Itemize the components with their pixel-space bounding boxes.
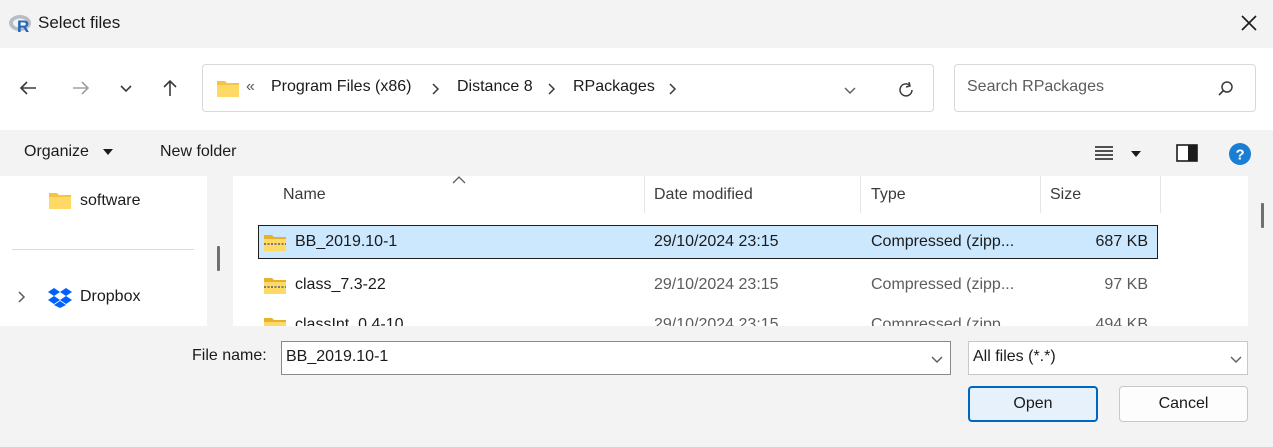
folder-icon <box>49 193 71 209</box>
file-date: 29/10/2024 23:15 <box>654 233 779 250</box>
recent-locations-button[interactable] <box>111 73 141 103</box>
zip-folder-icon <box>264 278 286 294</box>
zip-folder-icon <box>264 235 286 251</box>
file-name-label: File name: <box>192 347 267 364</box>
open-button[interactable]: Open <box>968 386 1098 422</box>
file-name-value[interactable]: BB_2019.10-1 <box>286 348 388 366</box>
dropbox-icon <box>48 288 72 308</box>
arrow-up-icon <box>163 79 177 96</box>
chevron-right-icon[interactable] <box>667 82 677 96</box>
column-header-date[interactable]: Date modified <box>654 186 753 204</box>
preview-pane-icon[interactable] <box>1176 144 1198 162</box>
up-button[interactable] <box>155 73 185 103</box>
file-type: Compressed (zipp... <box>871 276 1015 293</box>
column-separator[interactable] <box>1160 176 1161 213</box>
pane-splitter[interactable] <box>207 176 233 326</box>
title-bar <box>0 0 1273 48</box>
chevron-right-icon[interactable] <box>16 290 28 304</box>
file-list-scrollbar[interactable] <box>1248 176 1273 326</box>
chevron-down-icon <box>120 85 132 93</box>
arrow-left-icon <box>19 81 36 95</box>
view-options-icon[interactable] <box>1094 144 1114 162</box>
column-header-size[interactable]: Size <box>1050 186 1081 204</box>
back-button[interactable] <box>13 73 43 103</box>
r-app-icon: R <box>9 15 31 36</box>
file-size: 97 KB <box>1104 276 1148 293</box>
breadcrumb-distance-8[interactable]: Distance 8 <box>457 78 533 96</box>
help-icon[interactable]: ? <box>1228 142 1252 166</box>
column-header-name[interactable]: Name <box>283 186 326 204</box>
caret-down-icon[interactable] <box>102 148 114 156</box>
file-name[interactable]: class_7.3-22 <box>295 276 386 294</box>
breadcrumb-program-files[interactable]: Program Files (x86) <box>271 78 411 96</box>
chevron-right-icon[interactable] <box>546 82 556 96</box>
cancel-button[interactable]: Cancel <box>1119 386 1248 422</box>
file-date: 29/10/2024 23:15 <box>654 276 779 293</box>
close-icon[interactable] <box>1238 12 1260 34</box>
column-header-type[interactable]: Type <box>871 186 906 204</box>
file-type: Compressed (zipp... <box>871 233 1015 250</box>
refresh-icon[interactable] <box>895 79 917 101</box>
column-separator[interactable] <box>644 176 645 213</box>
forward-button[interactable] <box>66 73 96 103</box>
scrollbar-thumb[interactable] <box>1261 203 1264 228</box>
caret-down-icon[interactable] <box>1130 150 1142 158</box>
chevron-down-icon[interactable] <box>929 351 945 367</box>
breadcrumb-overflow[interactable]: « <box>246 78 255 96</box>
file-name[interactable]: BB_2019.10-1 <box>295 233 397 251</box>
file-size: 687 KB <box>1095 233 1148 250</box>
column-separator[interactable] <box>860 176 861 213</box>
sidebar-scrollbar-thumb[interactable] <box>217 246 220 271</box>
svg-text:R: R <box>17 17 29 36</box>
window-title: Select files <box>38 13 121 32</box>
new-folder-button[interactable]: New folder <box>160 143 236 161</box>
chevron-right-icon[interactable] <box>430 82 440 96</box>
search-placeholder[interactable]: Search RPackages <box>967 78 1104 96</box>
sidebar-item-dropbox[interactable]: Dropbox <box>80 288 140 306</box>
chevron-down-icon[interactable] <box>1228 351 1244 367</box>
sidebar-divider <box>12 249 194 250</box>
breadcrumb-rpackages[interactable]: RPackages <box>573 78 655 96</box>
search-icon[interactable] <box>1216 79 1236 99</box>
file-type-value[interactable]: All files (*.*) <box>973 348 1056 366</box>
folder-icon <box>217 81 239 97</box>
chevron-down-icon[interactable] <box>842 82 858 98</box>
sidebar-item-software[interactable]: software <box>80 192 140 210</box>
sort-ascending-icon <box>452 176 466 184</box>
column-separator[interactable] <box>1040 176 1041 213</box>
svg-text:?: ? <box>1236 147 1245 164</box>
arrow-right-icon <box>73 81 90 95</box>
organize-button[interactable]: Organize <box>24 143 89 161</box>
